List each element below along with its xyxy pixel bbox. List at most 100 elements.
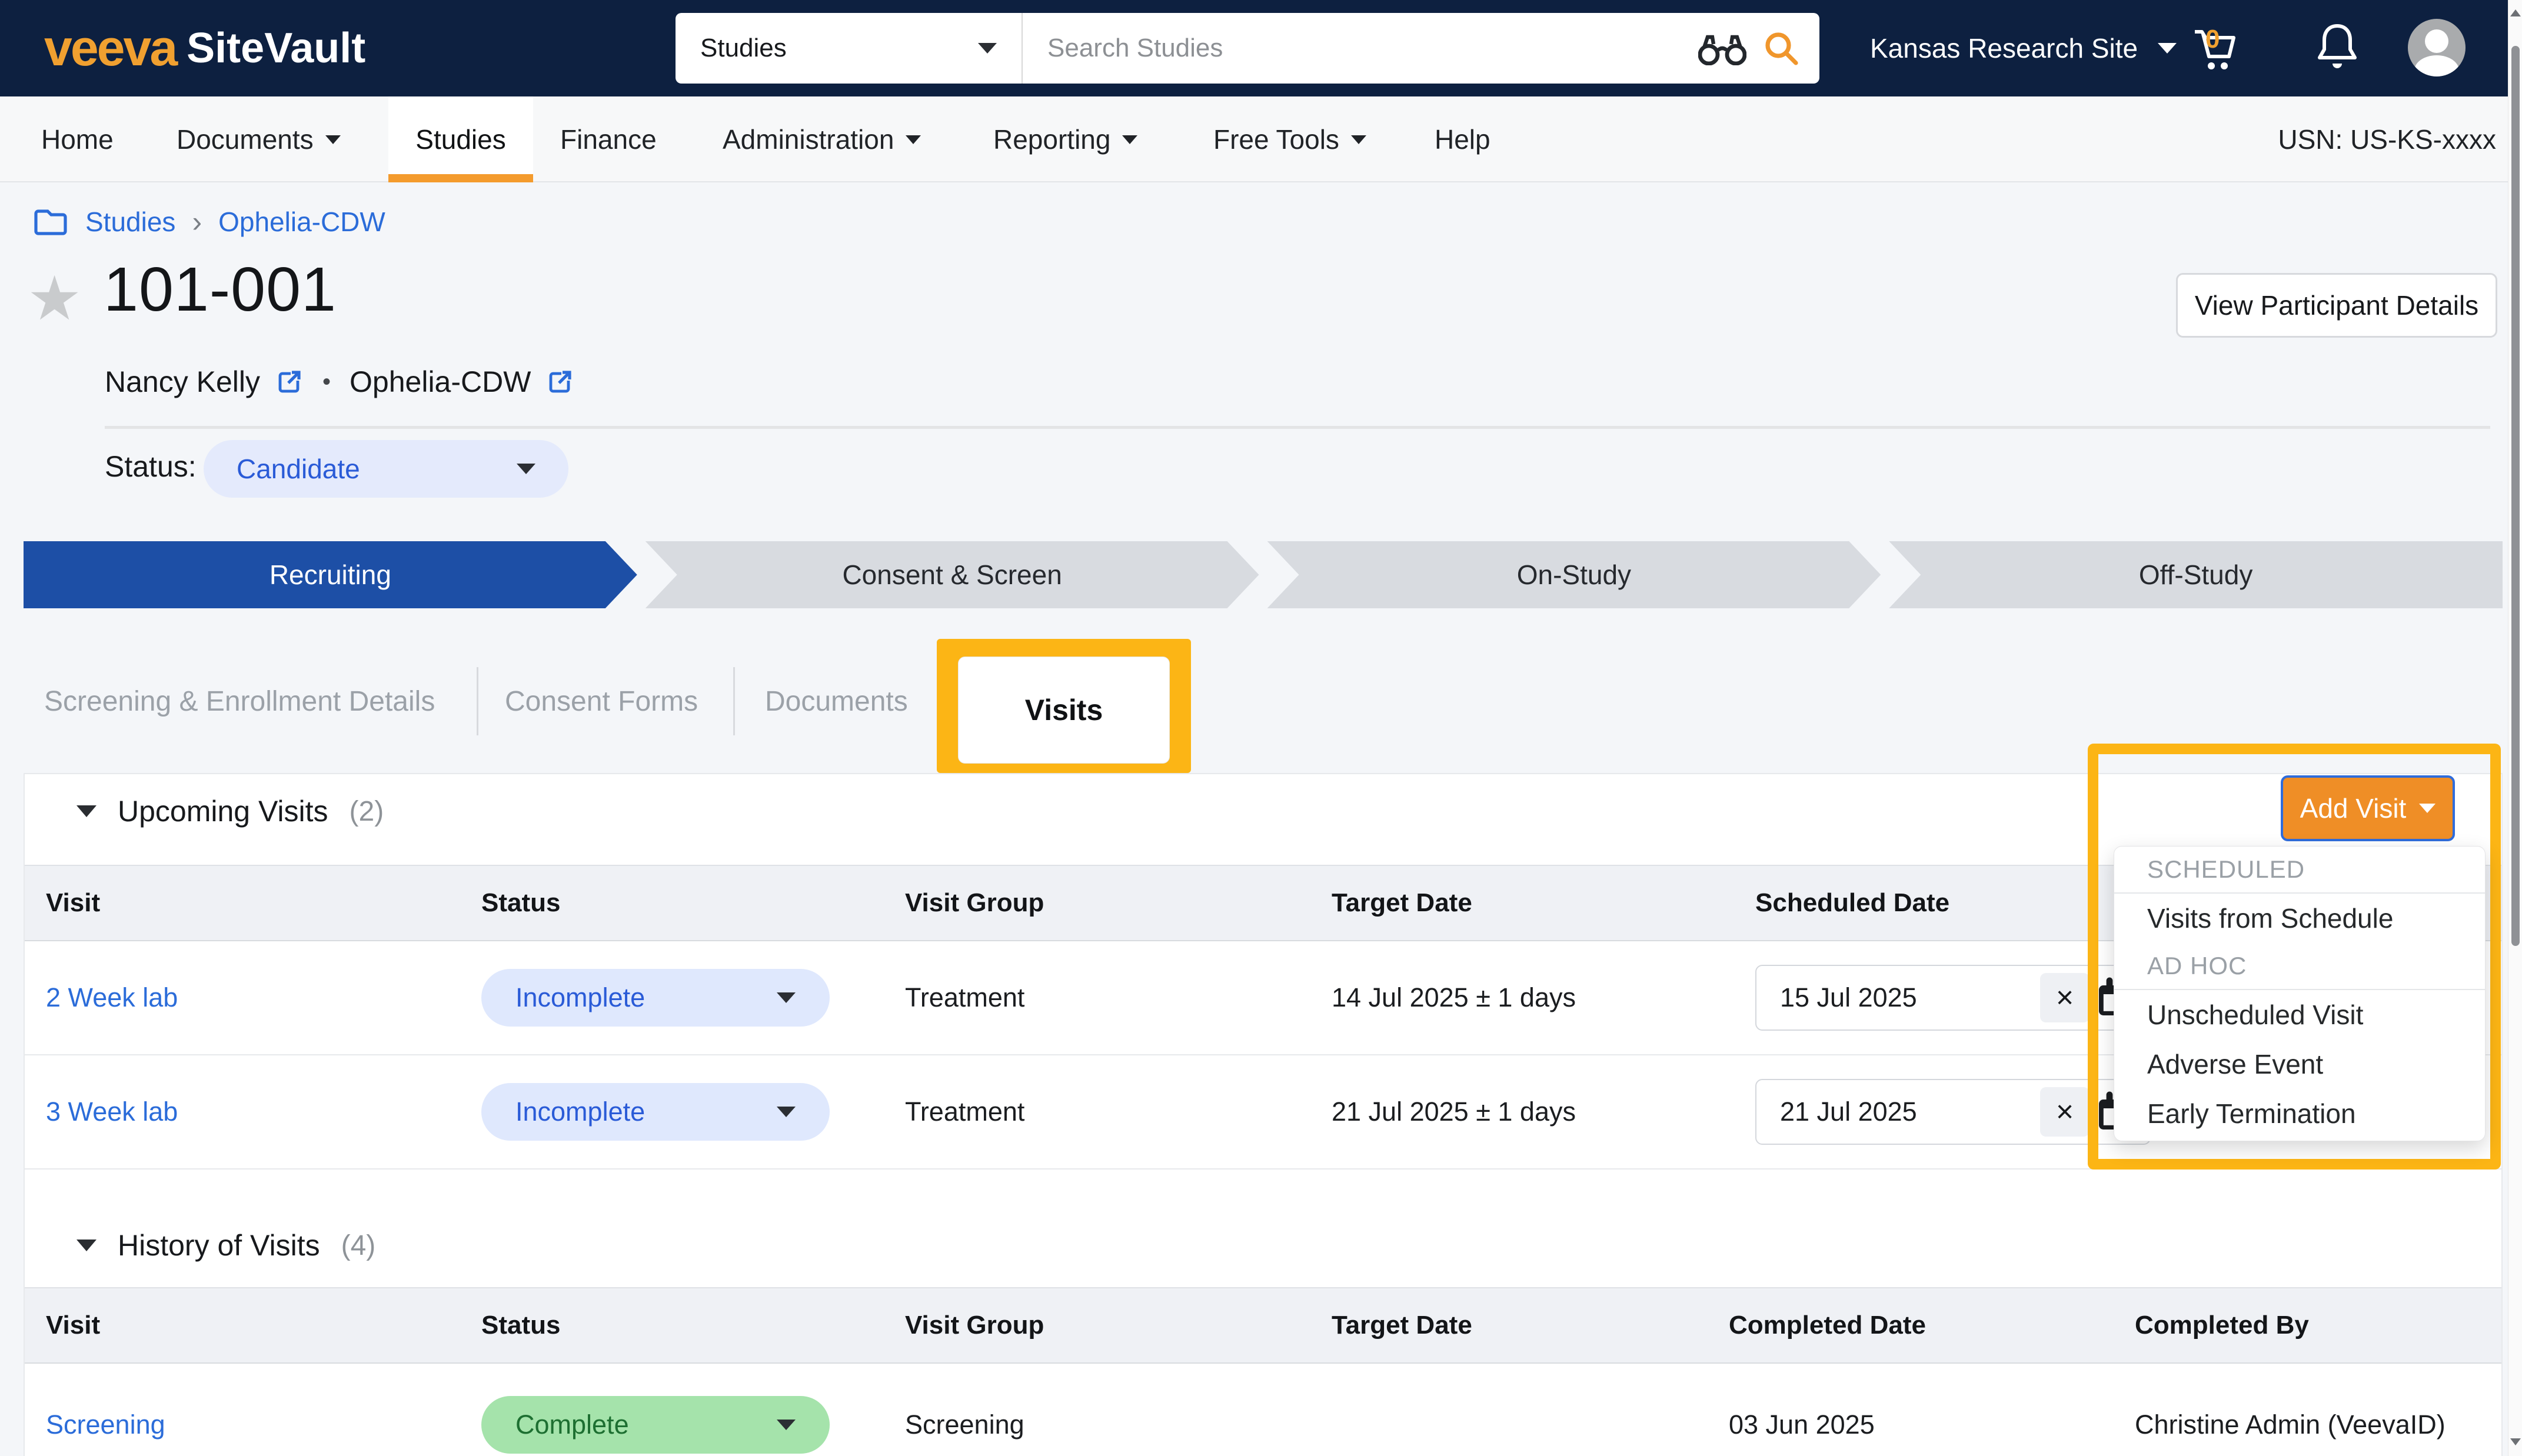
col-status: Status [460,866,884,940]
global-search: Studies [676,13,1819,84]
stage-on-study[interactable]: On-Study [1267,541,1881,608]
header-divider [105,426,2490,429]
notifications-button[interactable] [2310,19,2364,78]
col-visit: Visit [25,1288,460,1362]
tab-visits-active[interactable]: Visits [958,657,1170,764]
chevron-down-icon [978,43,997,54]
nav-free-tools[interactable]: Free Tools [1213,96,1366,182]
visit-link[interactable]: 2 Week lab [46,982,178,1013]
tab-consent-forms[interactable]: Consent Forms [505,668,698,734]
active-tab-underline [388,174,533,182]
nav-administration[interactable]: Administration [723,96,921,182]
scheduled-date-input[interactable]: 15 Jul 2025 × [1755,965,2151,1031]
col-visit-group: Visit Group [884,1288,1310,1362]
visit-group-cell: Screening [884,1364,1310,1456]
site-name: Kansas Research Site [1870,32,2138,64]
main-nav: Home Documents Studies Finance Administr… [0,96,2522,182]
search-scope-select[interactable]: Studies [676,13,1023,84]
study-name-link[interactable]: Ophelia-CDW [350,365,531,399]
sitevault-logo-text: SiteVault [187,24,365,72]
target-date-cell: 21 Jul 2025 ± 1 days [1310,1055,1734,1168]
col-target-date: Target Date [1310,866,1734,940]
scrollbar-thumb[interactable] [2511,46,2520,946]
history-table-header: Visit Status Visit Group Target Date Com… [25,1287,2501,1364]
vertical-scrollbar[interactable] [2508,0,2522,1456]
chevron-down-icon [906,135,921,144]
participant-subtitle: Nancy Kelly • Ophelia-CDW [105,365,574,399]
cart-button[interactable]: 0 [2188,20,2244,76]
tab-screening-enrollment[interactable]: Screening & Enrollment Details [44,668,435,734]
nav-documents[interactable]: Documents [177,96,341,182]
avatar-head [2425,29,2448,53]
collapse-caret-icon[interactable] [76,805,97,817]
nav-finance[interactable]: Finance [560,96,657,182]
visit-status-dropdown[interactable]: Complete [481,1396,830,1454]
chevron-down-icon [2419,804,2436,813]
completed-date-cell: 03 Jun 2025 [1708,1364,2114,1456]
bell-icon [2310,19,2364,78]
stage-off-study[interactable]: Off-Study [1889,541,2503,608]
chevron-down-icon [777,1107,796,1117]
stage-consent-screen[interactable]: Consent & Screen [646,541,1259,608]
brand-logo[interactable]: veeva SiteVault [44,0,365,96]
chevron-down-icon [1122,135,1137,144]
visit-link[interactable]: 3 Week lab [46,1097,178,1127]
scroll-up-arrow-icon[interactable] [2510,9,2521,16]
history-visits-table: Visit Status Visit Group Target Date Com… [25,1287,2501,1456]
nav-studies-active[interactable]: Studies [388,96,533,182]
nav-home[interactable]: Home [41,96,114,182]
nav-help[interactable]: Help [1435,96,1490,182]
binoculars-icon[interactable] [1698,31,1746,65]
history-visits-count: (4) [341,1230,376,1262]
tab-separator [477,667,478,735]
favorite-star-icon[interactable]: ★ [27,268,82,329]
cart-count-badge: 0 [2205,25,2220,54]
chevron-down-icon [1351,135,1366,144]
view-participant-details-button[interactable]: View Participant Details [2176,273,2497,338]
external-link-icon[interactable] [275,368,304,396]
col-visit-group: Visit Group [884,866,1310,940]
tab-documents[interactable]: Documents [765,668,908,734]
col-visit: Visit [25,866,460,940]
menu-item-unscheduled-visit[interactable]: Unscheduled Visit [2114,990,2485,1039]
nav-reporting[interactable]: Reporting [993,96,1137,182]
usn-label: USN: US-KS-xxxx [2278,96,2496,182]
search-icons [1698,30,1819,66]
completed-by-cell: Christine Admin (VeevaID) [2114,1364,2501,1456]
sitevault-app: veeva SiteVault Studies [0,0,2522,1456]
user-avatar[interactable] [2408,19,2466,76]
visits-tab-annotation-highlight: Visits [937,639,1191,773]
visit-status-dropdown[interactable]: Incomplete [481,1083,830,1141]
search-icon[interactable] [1763,30,1799,66]
site-selector[interactable]: Kansas Research Site [1870,0,2177,96]
visit-link[interactable]: Screening [46,1410,165,1440]
clear-date-button[interactable]: × [2040,1087,2090,1137]
breadcrumb-studies-link[interactable]: Studies [85,206,175,238]
scroll-down-arrow-icon[interactable] [2510,1438,2521,1445]
menu-item-visits-from-schedule[interactable]: Visits from Schedule [2114,894,2485,943]
visit-group-cell: Treatment [884,941,1310,1054]
search-input[interactable] [1023,13,1698,84]
visit-status-dropdown[interactable]: Incomplete [481,969,830,1027]
menu-item-early-termination[interactable]: Early Termination [2114,1089,2485,1138]
status-dropdown[interactable]: Candidate [204,440,568,498]
stage-recruiting[interactable]: Recruiting [24,541,637,608]
upcoming-visits-count: (2) [350,795,384,828]
participant-name-link[interactable]: Nancy Kelly [105,365,260,399]
clear-date-button[interactable]: × [2040,973,2090,1022]
add-visit-button[interactable]: Add Visit [2281,775,2455,841]
collapse-caret-icon[interactable] [76,1240,97,1251]
breadcrumb-study-link[interactable]: Ophelia-CDW [218,206,385,238]
scheduled-date-input[interactable]: 21 Jul 2025 × [1755,1079,2151,1145]
upcoming-visits-title: Upcoming Visits [118,794,328,828]
upcoming-visits-header[interactable]: Upcoming Visits (2) [76,794,384,828]
history-visits-header[interactable]: History of Visits (4) [76,1228,375,1262]
external-link-icon[interactable] [546,368,574,396]
visit-group-cell: Treatment [884,1055,1310,1168]
menu-section-scheduled: SCHEDULED [2114,847,2485,894]
col-status: Status [460,1288,884,1362]
col-target-date: Target Date [1310,1288,1708,1362]
table-row: Screening Complete Screening 03 Jun 2025… [25,1364,2501,1456]
menu-item-adverse-event[interactable]: Adverse Event [2114,1039,2485,1089]
menu-section-ad-hoc: AD HOC [2114,943,2485,990]
